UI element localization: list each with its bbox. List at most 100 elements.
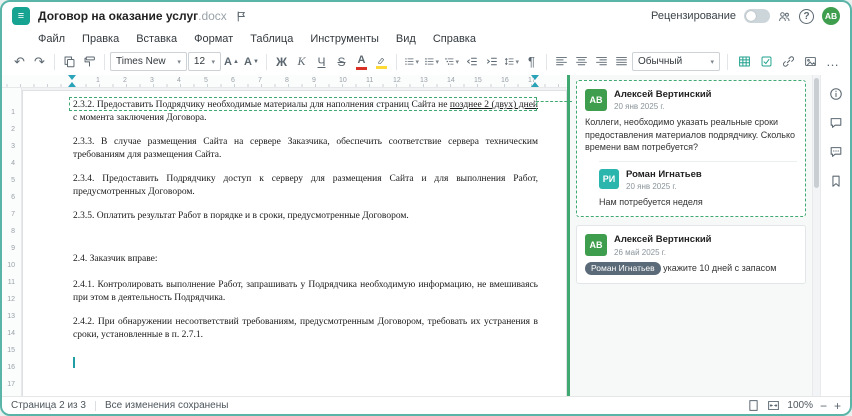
insert-checkbox-button[interactable]: [757, 52, 776, 72]
menu-edit[interactable]: Правка: [82, 33, 119, 45]
toolbar-right-cluster: Обычный ▾ …: [632, 52, 842, 72]
toolbar-separator: [396, 53, 397, 70]
font-size-select[interactable]: 12 ▾: [187, 52, 221, 71]
horizontal-ruler[interactable]: 1 2 3 4 5 6 7 8 9 10 11 12 13 14 15 16 17: [2, 75, 567, 88]
fit-width-icon[interactable]: [767, 399, 780, 412]
font-name-select[interactable]: Times New ▾: [110, 52, 187, 71]
reply-avatar: РИ: [599, 168, 619, 189]
app-window: ≡ Договор на оказание услуг.docx Рецензи…: [0, 0, 852, 416]
vertical-ruler[interactable]: 123456789101112131415161718: [2, 88, 22, 396]
multilevel-list-button[interactable]: ▾: [442, 52, 461, 72]
fit-page-icon[interactable]: [747, 399, 760, 412]
reply-author: Роман Игнатьев: [626, 168, 702, 180]
user-avatar[interactable]: АВ: [822, 7, 840, 25]
menu-insert[interactable]: Вставка: [136, 33, 177, 45]
menu-help[interactable]: Справка: [433, 33, 476, 45]
status-divider: [94, 400, 96, 411]
app-logo-icon[interactable]: ≡: [12, 7, 30, 25]
comment-text: Коллеги, необходимо указать реальные сро…: [585, 117, 796, 152]
bullet-list-button[interactable]: ▾: [402, 52, 421, 72]
left-indent-marker[interactable]: [68, 78, 76, 87]
header: ≡ Договор на оказание услуг.docx Рецензи…: [2, 2, 850, 30]
document-page[interactable]: 2.3.2. Предоставить Подрядчику необходим…: [22, 90, 567, 396]
insert-image-button[interactable]: [801, 52, 820, 72]
zoom-in-button[interactable]: +: [834, 400, 841, 412]
menu-table[interactable]: Таблица: [250, 33, 293, 45]
line-spacing-button[interactable]: ▾: [502, 52, 521, 72]
paragraph-2-4-1[interactable]: 2.4.1. Контролировать выполнение Работ, …: [73, 279, 538, 304]
reply-text: Нам потребуется неделя: [599, 197, 703, 208]
align-left-button[interactable]: [552, 52, 571, 72]
comments-icon[interactable]: [829, 116, 843, 130]
toolbar-separator: [727, 53, 728, 70]
scrollbar-thumb[interactable]: [814, 78, 819, 188]
feedback-icon[interactable]: [829, 145, 843, 159]
menu-view[interactable]: Вид: [396, 33, 416, 45]
undo-button[interactable]: ↶: [10, 52, 29, 72]
toolbar-separator: [54, 53, 55, 70]
insert-link-button[interactable]: [779, 52, 798, 72]
main-area: 1 2 3 4 5 6 7 8 9 10 11 12 13 14 15 16 17 1 2 3 4 5 6 7 8 9 10 11 1…: [2, 75, 850, 396]
zoom-level[interactable]: 100%: [787, 400, 813, 411]
right-sidebar: [820, 75, 850, 396]
toolbar-more-button[interactable]: …: [823, 52, 842, 72]
comment-avatar: АВ: [585, 89, 607, 111]
font-color-button[interactable]: А: [352, 52, 371, 72]
info-icon[interactable]: [829, 87, 843, 101]
paragraph-2-3-5[interactable]: 2.3.5. Оплатить результат Работ в порядк…: [73, 210, 538, 223]
h-ruler-ticks: [2, 84, 567, 87]
menu-format[interactable]: Формат: [194, 33, 233, 45]
comment-reply[interactable]: РИ Роман Игнатьев 20 янв 2025 г. Нам пот…: [599, 160, 797, 209]
italic-button[interactable]: К: [292, 52, 311, 72]
highlight-color-button[interactable]: [372, 52, 391, 72]
paragraph-text: с момента заключения Договора.: [73, 112, 207, 123]
paragraph-2-4-2[interactable]: 2.4.2. При обнаружении несоответствий тр…: [73, 316, 538, 341]
decrease-font-button[interactable]: А ▼: [242, 52, 261, 72]
paragraph-style-select[interactable]: Обычный ▾: [632, 52, 720, 71]
vertical-scrollbar[interactable]: [812, 75, 820, 396]
paragraph-marks-button[interactable]: ¶: [522, 52, 541, 72]
status-bar: Страница 2 из 3 Все изменения сохранены …: [2, 396, 850, 414]
underline-button[interactable]: Ч: [312, 52, 331, 72]
numbered-list-button[interactable]: ▾: [422, 52, 441, 72]
align-center-button[interactable]: [572, 52, 591, 72]
strikethrough-button[interactable]: S: [332, 52, 351, 72]
comment-thread-2[interactable]: АВ Алексей Вертинский 26 май 2025 г. Ром…: [576, 225, 806, 284]
tracked-insertion: позднее 2 (двух) дней: [449, 100, 538, 110]
review-toggle[interactable]: [744, 9, 770, 23]
document-title[interactable]: Договор на оказание услуг.docx: [38, 9, 227, 23]
collaborators-icon[interactable]: [778, 10, 791, 23]
menu-file[interactable]: Файл: [38, 33, 65, 45]
save-status: Все изменения сохранены: [104, 400, 229, 411]
menu-tools[interactable]: Инструменты: [310, 33, 379, 45]
paragraph-2-3-2[interactable]: 2.3.2. Предоставить Подрядчику необходим…: [73, 99, 538, 124]
increase-font-button[interactable]: А ▲: [222, 52, 241, 72]
paragraph-2-3-4[interactable]: 2.3.4. Предоставить Подрядчику доступ к …: [73, 173, 538, 198]
increase-indent-button[interactable]: [482, 52, 501, 72]
comment-author: Алексей Вертинский: [614, 234, 712, 246]
paragraph-2-4[interactable]: 2.4. Заказчик вправе:: [73, 253, 538, 266]
format-painter-button[interactable]: [80, 52, 99, 72]
favorite-flag-icon[interactable]: [235, 10, 248, 23]
redo-button[interactable]: ↷: [30, 52, 49, 72]
paragraph-text: 2.3.2. Предоставить Подрядчику необходим…: [73, 100, 450, 110]
paragraph-2-3-3[interactable]: 2.3.3. В случае размещения Сайта на серв…: [73, 136, 538, 161]
mention-chip[interactable]: Роман Игнатьев: [585, 262, 661, 275]
bold-button[interactable]: Ж: [272, 52, 291, 72]
insert-table-button[interactable]: [735, 52, 754, 72]
help-icon[interactable]: ?: [799, 8, 814, 24]
comment-thread-1[interactable]: АВ Алексей Вертинский 20 янв 2025 г. Кол…: [576, 80, 806, 218]
toolbar: ↶ ↷ Times New ▾ 12 ▾ А ▲ А ▼ Ж К Ч S А ▾ ▾ ▾…: [2, 48, 850, 75]
comment-text: Роман Игнатьев укажите 10 дней с запасом: [585, 262, 797, 275]
comment-connector-line: [536, 101, 572, 102]
toolbar-separator: [104, 53, 105, 70]
text-cursor: [73, 357, 75, 369]
page-indicator[interactable]: Страница 2 из 3: [11, 400, 86, 411]
zoom-out-button[interactable]: −: [820, 400, 827, 412]
align-justify-button[interactable]: [612, 52, 631, 72]
right-indent-marker[interactable]: [531, 78, 539, 87]
bookmark-icon[interactable]: [829, 174, 843, 188]
align-right-button[interactable]: [592, 52, 611, 72]
copy-button[interactable]: [60, 52, 79, 72]
decrease-indent-button[interactable]: [462, 52, 481, 72]
